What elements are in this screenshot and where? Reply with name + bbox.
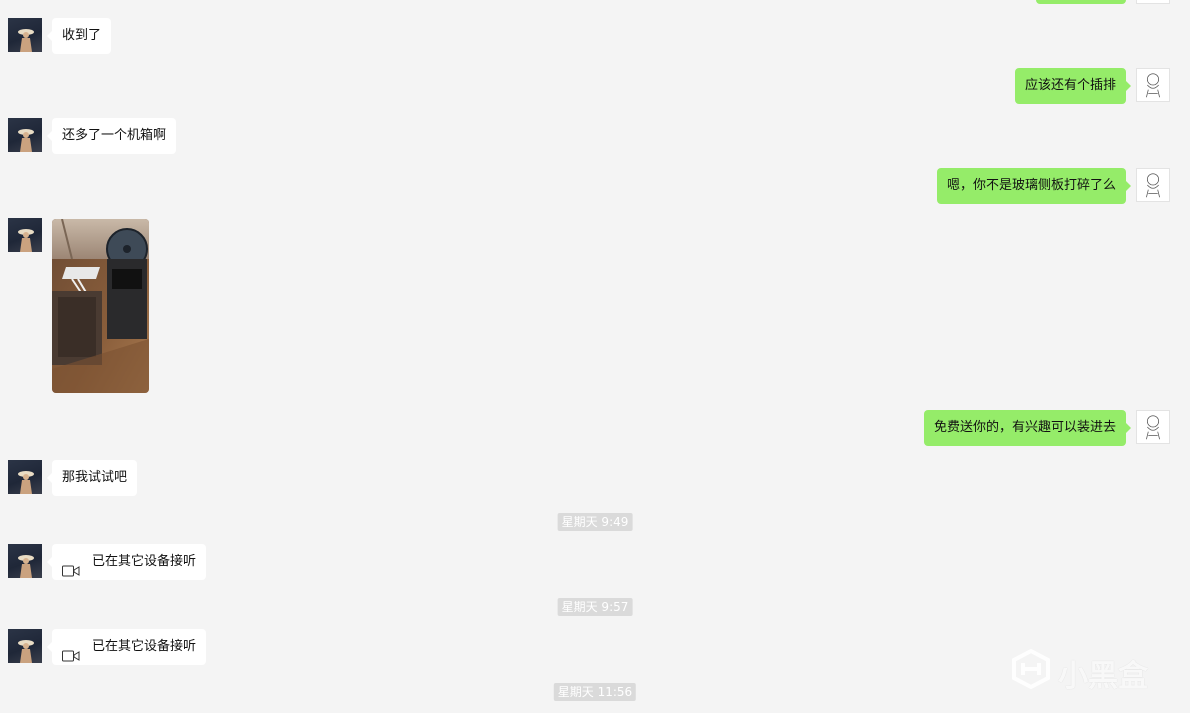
watermark: 小黑盒 [1010, 648, 1148, 698]
timestamp-divider: 星期天 11:56 [553, 683, 637, 701]
contact-avatar[interactable] [8, 18, 42, 52]
contact-avatar[interactable] [8, 218, 42, 252]
message-bubble-incoming[interactable]: 那我试试吧 [46, 460, 138, 496]
self-avatar[interactable] [1136, 68, 1170, 102]
message-bubble-outgoing[interactable]: 嗯，你不是玻璃侧板打碎了么 [936, 168, 1132, 204]
message-bubble-incoming[interactable]: 还多了一个机箱啊 [46, 118, 177, 154]
timestamp-divider: 星期天 9:57 [557, 598, 633, 616]
call-record-bubble[interactable]: 已在其它设备接听 [46, 629, 207, 665]
message-bubble-incoming[interactable]: 收到了 [46, 18, 112, 54]
timestamp-divider: 星期天 9:49 [557, 513, 633, 531]
image-message-thumbnail[interactable] [52, 219, 149, 393]
xiaoheihe-logo-icon [1010, 648, 1052, 698]
contact-avatar[interactable] [8, 460, 42, 494]
call-record-text: 已在其它设备接听 [92, 554, 197, 569]
contact-avatar[interactable] [8, 629, 42, 663]
contact-avatar[interactable] [8, 118, 42, 152]
partial-outgoing-bubble[interactable] [1036, 0, 1126, 4]
self-avatar[interactable] [1136, 168, 1170, 202]
message-bubble-outgoing[interactable]: 免费送你的，有兴趣可以装进去 [923, 410, 1132, 446]
video-call-icon [62, 641, 80, 662]
self-avatar[interactable] [1136, 410, 1170, 444]
contact-avatar[interactable] [8, 544, 42, 578]
video-call-icon [62, 556, 80, 577]
message-bubble-outgoing[interactable]: 应该还有个插排 [1014, 68, 1132, 104]
self-avatar[interactable] [1136, 0, 1170, 4]
call-record-text: 已在其它设备接听 [92, 639, 197, 654]
call-record-bubble[interactable]: 已在其它设备接听 [46, 544, 207, 580]
watermark-text: 小黑盒 [1058, 659, 1148, 694]
